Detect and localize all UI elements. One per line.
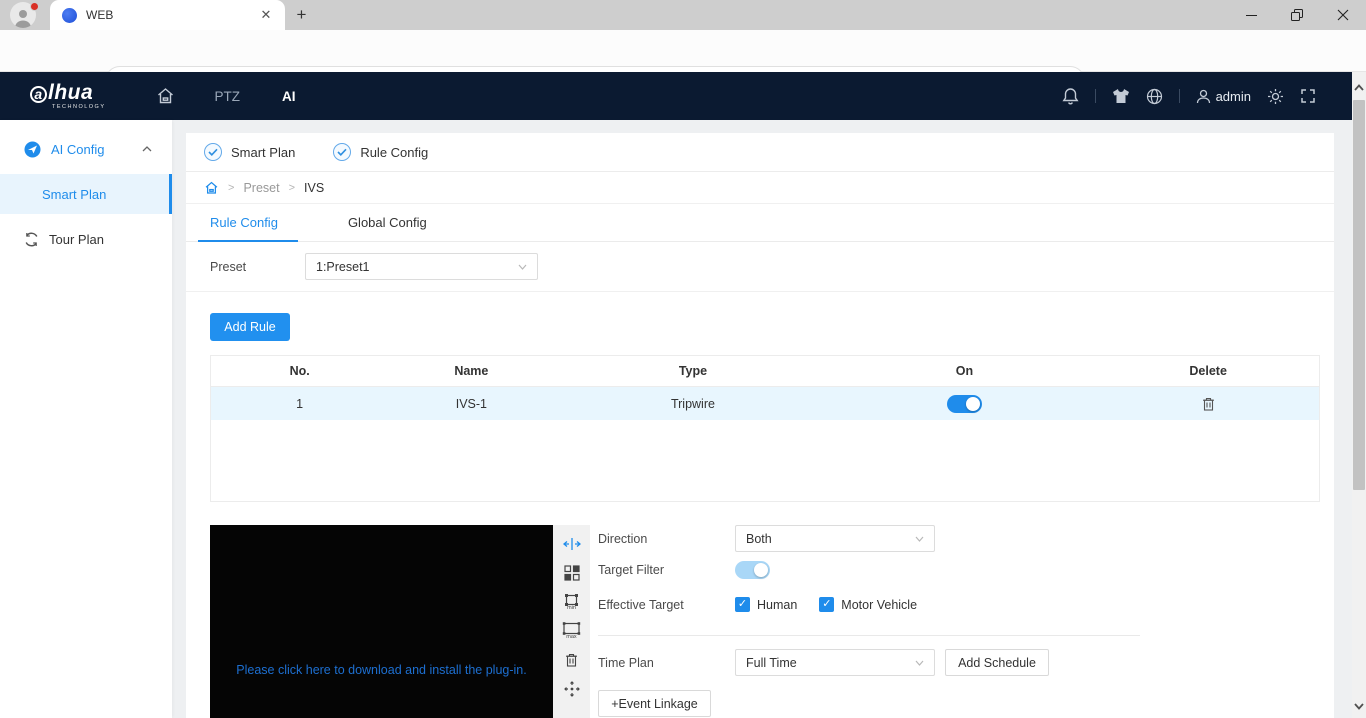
tab-favicon-icon (62, 7, 77, 23)
chevron-up-icon (142, 146, 152, 152)
form-divider (598, 635, 1140, 636)
preset-label: Preset (210, 259, 247, 274)
min-size-icon[interactable]: min (562, 592, 582, 611)
target-filter-row: Target Filter (598, 561, 770, 579)
tab-close-icon[interactable]: ✕ (257, 6, 275, 24)
step-check-icon (333, 143, 352, 161)
browser-toolbar: 不安全 192.168.1.108/#/index/AIConfig/ ••• (0, 30, 1366, 96)
table-row[interactable]: 1 IVS-1 Tripwire (211, 387, 1319, 420)
breadcrumb-home-icon[interactable] (204, 181, 219, 195)
direction-row: Direction Both (598, 525, 935, 552)
content-card: > Preset > IVS Rule Config Global Config… (186, 172, 1334, 718)
pan-move-icon[interactable] (562, 679, 582, 698)
sidebar-item-smart-plan[interactable]: Smart Plan (0, 174, 172, 214)
dahua-logo: a lhua TECHNOLOGY (30, 82, 106, 111)
window-close-button[interactable] (1320, 0, 1366, 30)
notification-bell-icon[interactable] (1062, 87, 1079, 105)
settings-gear-icon[interactable] (1267, 88, 1284, 105)
add-schedule-button[interactable]: Add Schedule (945, 649, 1049, 676)
grid-pattern-icon[interactable] (562, 563, 582, 582)
motor-vehicle-checkbox[interactable]: ✓ (819, 597, 835, 612)
effective-target-label: Effective Target (598, 597, 684, 612)
window-minimize-button[interactable] (1228, 0, 1274, 30)
sidebar-item-tour-plan[interactable]: Tour Plan (0, 219, 172, 259)
motor-vehicle-checkbox-wrap[interactable]: ✓ Motor Vehicle (819, 597, 917, 612)
time-plan-select[interactable]: Full Time (735, 649, 935, 676)
rule-no: 1 (296, 396, 304, 411)
add-rule-button[interactable]: Add Rule (210, 313, 290, 341)
table-header-row: No. Name Type On Delete (211, 356, 1319, 387)
ai-config-icon (24, 141, 41, 157)
scroll-down-icon[interactable] (1352, 699, 1366, 714)
draw-tripwire-icon[interactable] (562, 534, 582, 553)
username-label: admin (1215, 88, 1251, 104)
rule-name: IVS-1 (455, 396, 487, 411)
header-divider (1178, 89, 1180, 103)
site-header: a lhua TECHNOLOGY PTZ AI admin (0, 72, 1352, 120)
fullscreen-icon[interactable] (1300, 88, 1316, 104)
profile-notification-dot (30, 2, 39, 11)
wizard-steps: Smart Plan Rule Config (186, 133, 1334, 172)
user-menu[interactable]: admin (1196, 89, 1251, 104)
window-controls (1228, 0, 1366, 30)
max-size-icon[interactable]: max (562, 621, 582, 640)
tab-global-config[interactable]: Global Config (348, 215, 441, 241)
time-plan-row: Time Plan Full Time Add Schedule (598, 649, 1049, 676)
browser-window: WEB ✕ + 不安全 192.168.1.108/#/index/AIConf… (0, 0, 1366, 718)
sidebar: AI Config Smart Plan Tour Plan (0, 120, 172, 718)
rule-table: No. Name Type On Delete 1 IVS-1 Tripwire (210, 355, 1320, 502)
delete-shape-icon[interactable] (562, 650, 582, 669)
step-smart-plan[interactable]: Smart Plan (204, 143, 295, 161)
window-restore-button[interactable] (1274, 0, 1320, 30)
event-linkage-button[interactable]: +Event Linkage (598, 690, 711, 717)
header-divider (1094, 89, 1096, 103)
page-body: AI Config Smart Plan Tour Plan Smart Pla… (0, 120, 1352, 718)
browser-tab[interactable]: WEB ✕ (50, 0, 285, 30)
scroll-up-icon[interactable] (1352, 80, 1366, 95)
preset-select[interactable]: 1:Preset1 (305, 253, 538, 280)
step-check-icon (204, 143, 222, 161)
nav-ptz[interactable]: PTZ (215, 89, 241, 104)
tour-plan-icon (25, 232, 38, 246)
tab-rule-config[interactable]: Rule Config (198, 215, 298, 242)
scrollbar-thumb[interactable] (1353, 100, 1365, 490)
time-plan-label: Time Plan (598, 655, 654, 670)
chevron-down-icon (915, 536, 924, 542)
video-preview[interactable]: Please click here to download and instal… (210, 525, 553, 718)
config-tabs: Rule Config Global Config (186, 204, 1334, 242)
target-filter-label: Target Filter (598, 563, 664, 577)
direction-select[interactable]: Both (735, 525, 935, 552)
browser-titlebar: WEB ✕ + (0, 0, 1366, 30)
new-tab-button[interactable]: + (292, 6, 311, 25)
chevron-down-icon (518, 264, 527, 270)
breadcrumb-ivs: IVS (304, 180, 325, 195)
sidebar-item-ai-config[interactable]: AI Config (0, 129, 172, 169)
delete-rule-icon[interactable] (1202, 397, 1215, 411)
rule-type: Tripwire (670, 396, 715, 411)
page-scrollbar[interactable] (1352, 72, 1366, 718)
language-globe-icon[interactable] (1146, 88, 1163, 105)
user-icon (1196, 89, 1210, 103)
preset-row: Preset 1:Preset1 (186, 242, 1334, 292)
nav-ai[interactable]: AI (282, 89, 296, 104)
step-rule-config[interactable]: Rule Config (333, 143, 428, 161)
effective-target-row: Effective Target ✓ Human ✓ Motor Vehicle (598, 597, 939, 612)
breadcrumb: > Preset > IVS (186, 172, 1334, 204)
direction-label: Direction (598, 531, 648, 546)
theme-skin-icon[interactable] (1112, 88, 1130, 104)
chevron-down-icon (915, 660, 924, 666)
rule-on-toggle[interactable] (946, 394, 982, 413)
tab-title: WEB (86, 8, 114, 22)
plugin-download-link[interactable]: Please click here to download and instal… (210, 663, 553, 677)
home-nav-icon[interactable] (156, 87, 175, 105)
target-filter-toggle[interactable] (735, 561, 770, 579)
drawing-toolbar: min max (553, 525, 590, 718)
human-checkbox[interactable]: ✓ (735, 597, 750, 612)
human-checkbox-wrap[interactable]: ✓ Human (735, 597, 797, 612)
breadcrumb-preset[interactable]: Preset (243, 181, 279, 195)
